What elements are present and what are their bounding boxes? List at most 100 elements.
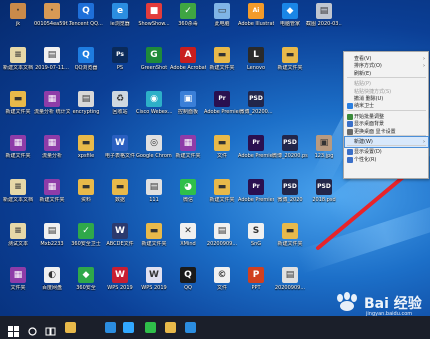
desktop-icon[interactable]: ▤ 截图 2020-03... bbox=[306, 3, 342, 41]
desktop-icon-label: XMind bbox=[180, 241, 196, 247]
desktop-icon-label: 360杀毒 bbox=[178, 21, 198, 27]
desktop-icon[interactable]: Pr Adobe Premiere... bbox=[238, 179, 274, 217]
taskbar-folder[interactable] bbox=[160, 316, 180, 339]
desktop-icon[interactable]: ◆ 电脑管家 bbox=[274, 3, 306, 41]
desktop-icon-image: P bbox=[248, 267, 264, 283]
taskbar-ie[interactable] bbox=[180, 316, 200, 339]
desktop-icon[interactable]: ▬ 文件 bbox=[206, 135, 238, 173]
desktop-icon[interactable]: ▬ 新建文件夹 bbox=[274, 223, 306, 261]
desktop-icon[interactable]: ■ ShowShow... bbox=[138, 3, 170, 41]
desktop-icon[interactable]: ◐ 百度网盘 bbox=[36, 267, 68, 305]
desktop-icon[interactable]: ▬ 新建文件夹 bbox=[2, 91, 34, 129]
taskbar-app-blue[interactable] bbox=[100, 316, 120, 339]
desktop-icon[interactable]: W ABCDE文件 bbox=[104, 223, 136, 261]
desktop-icon[interactable]: ▤ 20200909... bbox=[274, 267, 306, 305]
desktop-icon[interactable]: © 文件 bbox=[206, 267, 238, 305]
desktop-icon-label: 001054ea59f... bbox=[34, 21, 70, 27]
desktop-icon-label: 新建文件夹 bbox=[209, 197, 235, 203]
desktop-icon[interactable]: ▣ 123.jpg bbox=[308, 135, 340, 173]
context-menu-item[interactable]: 个性化(R) bbox=[345, 155, 428, 165]
desktop-icon[interactable]: W 电子表格文件 bbox=[104, 135, 136, 173]
task-view-button[interactable] bbox=[40, 316, 60, 339]
desktop-icon[interactable]: e ie浏览器 bbox=[104, 3, 136, 41]
desktop-icon[interactable]: ▭ 此电脑 bbox=[206, 3, 238, 41]
desktop-icon[interactable]: ▬ xpsfile bbox=[70, 135, 102, 173]
desktop-icon[interactable]: ✕ XMind bbox=[172, 223, 204, 261]
desktop-icon-label: PPT bbox=[251, 285, 261, 291]
desktop-icon[interactable]: ▦ 流量分析 bbox=[36, 135, 68, 173]
desktop-icon[interactable]: ▤ 2019-07-11... bbox=[35, 47, 69, 85]
desktop-icon[interactable]: Pr Adobe Premiere pro bbox=[238, 135, 274, 173]
desktop-icon[interactable]: ▦ 文件夹 bbox=[2, 267, 34, 305]
desktop-icon[interactable]: W WPS 2019 bbox=[104, 267, 136, 305]
desktop-icon[interactable]: ▬ 新建文件夹 bbox=[138, 223, 170, 261]
desktop-icon[interactable]: ▦ 流量分析 统计文件夹 bbox=[34, 91, 70, 129]
desktop-icon[interactable]: P PPT bbox=[240, 267, 272, 305]
menu-item-label: 纳米卫士 bbox=[354, 103, 375, 110]
folder-icon bbox=[165, 322, 176, 333]
desktop-icon[interactable]: ≡ 新建文本文档 bbox=[2, 179, 34, 217]
desktop-icon[interactable]: ◎ Google Chrome bbox=[136, 135, 172, 173]
desktop-icon-label: 20200909... bbox=[274, 285, 306, 291]
desktop-icon-label: 新建文本文档 bbox=[2, 197, 33, 203]
desktop-icon[interactable]: ▬ 新建文件夹 bbox=[274, 47, 306, 85]
desktop-icon-image: ✓ bbox=[180, 3, 196, 19]
desktop-icon-image: ▬ bbox=[214, 179, 230, 195]
desktop-icon-image: ▤ bbox=[214, 223, 230, 239]
desktop-icon[interactable]: Q QQ bbox=[172, 267, 204, 305]
desktop-icon-label: Cisco Webex... bbox=[136, 109, 172, 115]
desktop-icon-image: W bbox=[112, 223, 128, 239]
desktop-icon[interactable]: ♻ 回收站 bbox=[104, 91, 136, 129]
desktop-icon-image: ◕ bbox=[180, 179, 196, 195]
desktop-icon[interactable]: Ps PS bbox=[104, 47, 136, 85]
desktop-icon[interactable]: W WPS 2019 bbox=[138, 267, 170, 305]
desktop-icon[interactable]: ▦ 新建文件夹 bbox=[36, 179, 68, 217]
desktop-icon[interactable]: ▬ 数据 bbox=[104, 179, 136, 217]
desktop-icon[interactable]: G GreenShot bbox=[138, 47, 170, 85]
search-button[interactable] bbox=[22, 316, 42, 339]
desktop-icon[interactable]: ▤ Mxb2233 bbox=[36, 223, 68, 261]
desktop-icon-label: 控制面板 bbox=[177, 109, 198, 115]
taskbar-explorer[interactable] bbox=[60, 316, 80, 339]
desktop-icon[interactable]: Q Tencent QQ... bbox=[69, 3, 103, 41]
desktop-icon[interactable]: ≡ 测试文本 bbox=[2, 223, 34, 261]
desktop-icon[interactable]: Pr Adobe Premiere bbox=[204, 91, 240, 129]
desktop-icon[interactable]: ▤ 111 bbox=[138, 179, 170, 217]
desktop-icon[interactable]: PSD 微博_2020 bbox=[274, 179, 306, 217]
desktop-icon[interactable]: ≡ 新建文本文档 bbox=[2, 47, 34, 85]
desktop-icon[interactable]: PSD 2018.psd bbox=[308, 179, 340, 217]
desktop-icon[interactable]: ▤ encrypting bbox=[70, 91, 102, 129]
desktop-icon[interactable]: ▦ 新建文件夹 bbox=[172, 135, 204, 173]
desktop-icon[interactable]: · jk bbox=[2, 3, 34, 41]
desktop-icon[interactable]: ◉ Cisco Webex... bbox=[136, 91, 172, 129]
desktop-icon[interactable]: ▬ 新建文件夹 bbox=[206, 47, 238, 85]
desktop-icon[interactable]: A Adobe Acrobat bbox=[170, 47, 206, 85]
desktop-icon[interactable]: Q QQ浏览器 bbox=[70, 47, 102, 85]
desktop-icon-image: ▦ bbox=[10, 135, 26, 151]
desktop-icon[interactable]: PSD 微博_20200... bbox=[239, 91, 273, 129]
desktop-icon-label: 文件 bbox=[216, 285, 227, 291]
task-view-icon bbox=[45, 322, 56, 336]
taskbar-wechat[interactable] bbox=[140, 316, 160, 339]
desktop-icon[interactable]: ▤ 20200909... bbox=[206, 223, 238, 261]
desktop-icon[interactable]: PSD 微博_20200.psd bbox=[272, 135, 308, 173]
desktop-icon[interactable]: ▬ 新建文件夹 bbox=[206, 179, 238, 217]
desktop-icon[interactable]: · 001054ea59f... bbox=[34, 3, 70, 41]
desktop-icon-image: ◉ bbox=[146, 91, 162, 107]
desktop-icon[interactable]: S SnG bbox=[240, 223, 272, 261]
desktop-icon[interactable]: ▬ 资料 bbox=[70, 179, 102, 217]
taskbar-ps[interactable] bbox=[118, 316, 138, 339]
desktop-icon[interactable]: ✓ 360安全卫士 bbox=[70, 223, 102, 261]
desktop-icon[interactable]: Ai Adobe Illustrat... bbox=[238, 3, 274, 41]
desktop-icon[interactable]: L Lenovo bbox=[240, 47, 272, 85]
desktop-icon[interactable]: ◕ 微信 bbox=[172, 179, 204, 217]
start-button[interactable] bbox=[3, 316, 23, 339]
desktop-icon[interactable]: ▦ 新建文件夹 bbox=[2, 135, 34, 173]
desktop-icon[interactable]: ▣ 控制面板 bbox=[172, 91, 204, 129]
desktop-icon-image: ▤ bbox=[282, 267, 298, 283]
desktop-icon-image: ▦ bbox=[180, 135, 196, 151]
menu-item-label: 刷新(E) bbox=[354, 70, 372, 77]
desktop-icon[interactable]: ✓ 360杀毒 bbox=[172, 3, 204, 41]
desktop-icon[interactable]: ◆ 360安全 bbox=[70, 267, 102, 305]
desktop-icon-label: Adobe Premiere pro bbox=[238, 153, 274, 159]
